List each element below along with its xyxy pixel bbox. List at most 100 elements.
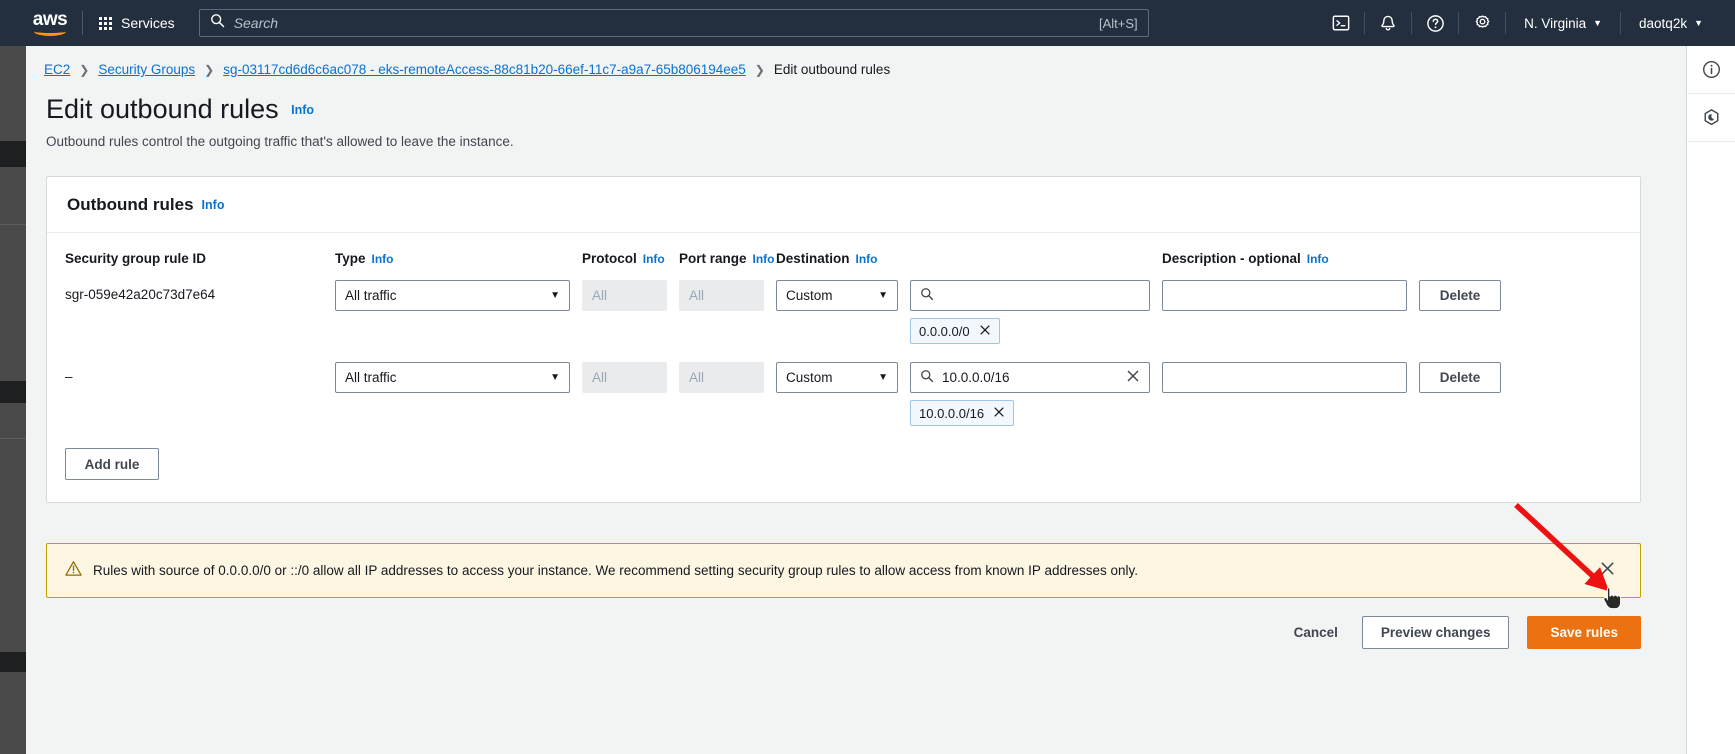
type-select[interactable]: All traffic ▼ — [335, 280, 570, 311]
port-range-info-link[interactable]: Info — [753, 252, 775, 266]
remove-tag-icon[interactable] — [979, 324, 991, 339]
protocol-input: All — [582, 362, 667, 393]
destination-type-value: Custom — [786, 288, 833, 303]
settings-icon[interactable] — [1459, 0, 1505, 46]
protocol-cell: All — [582, 362, 667, 411]
breadcrumb-separator-icon: ❯ — [79, 62, 90, 77]
aws-wordmark: aws — [32, 8, 68, 30]
close-icon[interactable] — [1593, 554, 1622, 588]
description-cell — [1162, 362, 1407, 411]
destination-info-link[interactable]: Info — [856, 252, 878, 266]
destination-search-value: 10.0.0.0/16 — [942, 370, 1010, 385]
destination-tag-label: 0.0.0.0/0 — [919, 323, 970, 339]
type-select-cell: All traffic ▼ — [335, 362, 570, 411]
type-select[interactable]: All traffic ▼ — [335, 362, 570, 393]
services-menu-button[interactable]: Services — [87, 0, 187, 46]
row-actions-cell: Delete — [1419, 280, 1622, 329]
column-header-protocol: Protocol Info — [582, 251, 667, 280]
search-shortcut-hint: [Alt+S] — [1099, 15, 1138, 31]
table-row: – All traffic ▼ All All Custom ▼ 10.0.0.… — [65, 362, 1622, 444]
chevron-down-icon: ▼ — [550, 290, 560, 301]
form-actions: Cancel Preview changes Save rules — [26, 616, 1661, 649]
chevron-down-icon: ▼ — [1593, 18, 1603, 28]
remove-tag-icon[interactable] — [993, 406, 1005, 421]
destination-search-input[interactable] — [910, 280, 1150, 311]
rule-id-value: sgr-059e42a20c73d7e64 — [65, 287, 216, 302]
card-header: Outbound rules Info — [47, 177, 1640, 233]
region-selector[interactable]: N. Virginia ▼ — [1506, 0, 1620, 46]
aws-smile-icon — [34, 27, 66, 36]
account-label: daotq2k — [1639, 15, 1688, 31]
warning-alert: Rules with source of 0.0.0.0/0 or ::/0 a… — [46, 543, 1641, 598]
column-label: Security group rule ID — [65, 251, 207, 266]
column-header-port-range: Port range Info — [679, 251, 775, 280]
delete-rule-button[interactable]: Delete — [1419, 362, 1501, 393]
add-rule-button[interactable]: Add rule — [65, 448, 159, 480]
account-menu[interactable]: daotq2k ▼ — [1621, 0, 1721, 46]
port-range-input: All — [679, 362, 764, 393]
type-select-value: All traffic — [345, 288, 397, 303]
port-range-value: All — [689, 370, 705, 385]
destination-type-value: Custom — [786, 370, 833, 385]
chevron-down-icon: ▼ — [550, 372, 560, 383]
page-header: Edit outbound rules Info — [46, 94, 314, 125]
background-window-strip — [0, 46, 26, 754]
chevron-down-icon: ▼ — [878, 290, 888, 301]
protocol-info-link[interactable]: Info — [643, 252, 665, 266]
column-label: Destination — [776, 251, 850, 266]
rule-id-value: – — [65, 369, 73, 384]
cancel-button[interactable]: Cancel — [1288, 625, 1344, 640]
destination-value-cell: 10.0.0.0/16 10.0.0.0/16 — [910, 362, 1150, 444]
save-rules-button[interactable]: Save rules — [1527, 616, 1641, 649]
destination-type-select[interactable]: Custom ▼ — [776, 362, 898, 393]
clear-input-icon[interactable] — [1126, 369, 1140, 386]
description-info-link[interactable]: Info — [1307, 252, 1329, 266]
page-content: EC2 ❯ Security Groups ❯ sg-03117cd6d6c6a… — [26, 46, 1686, 754]
breadcrumb-item-ec2[interactable]: EC2 — [44, 62, 70, 77]
page-title: Edit outbound rules — [46, 94, 279, 124]
warning-message: Rules with source of 0.0.0.0/0 or ::/0 a… — [93, 563, 1138, 578]
cloudshell-icon[interactable] — [1318, 0, 1364, 46]
bell-icon[interactable] — [1365, 0, 1411, 46]
help-icon[interactable] — [1412, 0, 1458, 46]
search-placeholder: Search — [233, 15, 279, 31]
breadcrumb-item-security-groups[interactable]: Security Groups — [98, 62, 195, 77]
type-info-link[interactable]: Info — [372, 252, 394, 266]
breadcrumb-item-current: Edit outbound rules — [773, 62, 891, 77]
destination-tag-label: 10.0.0.0/16 — [919, 405, 985, 421]
type-select-value: All traffic — [345, 370, 397, 385]
breadcrumb-separator-icon: ❯ — [754, 62, 765, 77]
global-search-input[interactable]: Search [Alt+S] — [198, 9, 1149, 37]
search-icon — [920, 287, 934, 304]
page-info-link[interactable]: Info — [291, 103, 314, 117]
column-header-rule-id: Security group rule ID — [65, 251, 323, 280]
row-actions-cell: Delete — [1419, 362, 1622, 411]
delete-rule-button[interactable]: Delete — [1419, 280, 1501, 311]
column-header-actions — [1419, 251, 1622, 265]
protocol-value: All — [592, 288, 608, 303]
destination-tag: 10.0.0.0/16 — [910, 400, 1015, 426]
protocol-cell: All — [582, 280, 667, 329]
breadcrumb-item-security-group-id[interactable]: sg-03117cd6d6c6ac078 - eks-remoteAccess-… — [223, 62, 746, 77]
card-info-link[interactable]: Info — [202, 198, 225, 212]
destination-type-select[interactable]: Custom ▼ — [776, 280, 898, 311]
destination-search-input[interactable]: 10.0.0.0/16 — [910, 362, 1150, 393]
preview-changes-button[interactable]: Preview changes — [1361, 616, 1510, 649]
column-header-destination: Destination Info — [776, 251, 898, 280]
rules-table: Security group rule ID Type Info Protocol… — [47, 233, 1640, 502]
services-label: Services — [121, 15, 175, 31]
shield-icon[interactable] — [1687, 94, 1735, 142]
protocol-input: All — [582, 280, 667, 311]
info-circle-icon[interactable] — [1687, 46, 1735, 94]
warning-triangle-icon — [65, 560, 82, 582]
description-input[interactable] — [1162, 362, 1407, 393]
column-label: Type — [335, 251, 366, 266]
breadcrumb-separator-icon: ❯ — [204, 62, 215, 77]
breadcrumb: EC2 ❯ Security Groups ❯ sg-03117cd6d6c6a… — [44, 62, 890, 77]
chevron-down-icon: ▼ — [1694, 18, 1703, 28]
search-icon — [920, 369, 934, 386]
top-navigation-bar: aws Services Search [Alt+S] N. Virginia … — [0, 0, 1735, 46]
aws-logo[interactable]: aws — [22, 0, 78, 46]
description-input[interactable] — [1162, 280, 1407, 311]
column-header-destination-value — [910, 251, 1150, 265]
